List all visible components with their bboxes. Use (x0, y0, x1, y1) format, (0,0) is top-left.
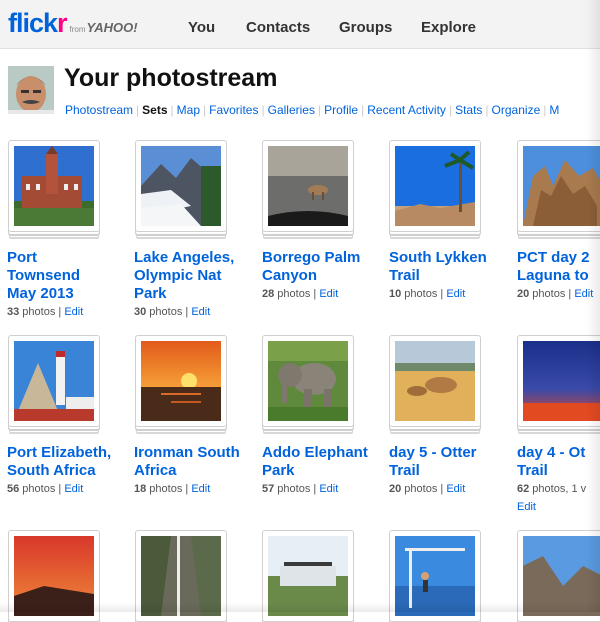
edit-link[interactable]: Edit (446, 483, 465, 495)
set-thumbnail[interactable] (8, 140, 100, 232)
set-meta-edit: Edit (517, 501, 536, 513)
set-meta: 62 photos, 1 v (517, 483, 587, 495)
set-title[interactable]: Port Elizabeth, South Africa (7, 444, 111, 480)
avatar[interactable] (8, 66, 54, 114)
yahoo-logo: YAHOO! (86, 20, 138, 35)
set-title[interactable]: Borrego Palm Canyon (262, 249, 360, 285)
nav-contacts[interactable]: Contacts (246, 19, 310, 36)
set-title[interactable]: day 4 - Ot Trail (517, 444, 585, 480)
edit-link[interactable]: Edit (319, 288, 338, 300)
set-title[interactable]: Lake Angeles, Olympic Nat Park (134, 249, 234, 303)
set-meta: 57 photos | Edit (262, 483, 339, 495)
set-meta: 20 photos | Edit (517, 288, 594, 300)
subnav-favorites[interactable]: Favorites (209, 103, 258, 117)
edit-link[interactable]: Edit (191, 306, 210, 318)
edit-link[interactable]: Edit (64, 306, 83, 318)
flickr-logo[interactable]: flick r from YAHOO! (8, 8, 138, 38)
top-nav-bar: flick r from YAHOO! You Contacts Groups E… (0, 0, 600, 49)
logo-text: flick (8, 8, 58, 38)
set-title[interactable]: day 5 - Otter Trail (389, 444, 477, 480)
set-thumbnail[interactable] (262, 140, 354, 232)
set-title[interactable]: Port Townsend May 2013 (7, 249, 80, 303)
set-thumbnail[interactable] (262, 335, 354, 427)
set-meta: 10 photos | Edit (389, 288, 466, 300)
set-thumbnail[interactable] (389, 140, 481, 232)
subnav-stats[interactable]: Stats (455, 103, 482, 117)
nav-explore[interactable]: Explore (421, 19, 476, 36)
subnav-organize[interactable]: Organize (492, 103, 541, 117)
set-meta: 20 photos | Edit (389, 483, 466, 495)
page-title: Your photostream (64, 64, 278, 92)
set-thumbnail[interactable] (135, 140, 227, 232)
edit-link[interactable]: Edit (517, 501, 536, 513)
set-title[interactable]: South Lykken Trail (389, 249, 487, 285)
set-title[interactable]: Addo Elephant Park (262, 444, 368, 480)
subnav-more[interactable]: M (549, 103, 559, 117)
set-title[interactable]: Ironman South Africa (134, 444, 240, 480)
nav-you[interactable]: You (188, 19, 215, 36)
set-thumbnail[interactable] (8, 335, 100, 427)
subnav-sets[interactable]: Sets (142, 103, 167, 117)
logo-accent: r (57, 8, 67, 38)
subnav-profile[interactable]: Profile (324, 103, 358, 117)
edit-link[interactable]: Edit (64, 483, 83, 495)
edit-link[interactable]: Edit (446, 288, 465, 300)
logo-from: from (69, 25, 86, 34)
subnav: Photostream | Sets | Map | Favorites | Galleries… (65, 103, 560, 117)
set-thumbnail[interactable] (389, 335, 481, 427)
subnav-recent-activity[interactable]: Recent Activity (367, 103, 446, 117)
subnav-map[interactable]: Map (177, 103, 200, 117)
edge-shadow (586, 0, 600, 612)
set-meta: 33 photos | Edit (7, 306, 84, 318)
set-meta: 28 photos | Edit (262, 288, 339, 300)
edit-link[interactable]: Edit (319, 483, 338, 495)
edit-link[interactable]: Edit (191, 483, 210, 495)
subnav-galleries[interactable]: Galleries (268, 103, 315, 117)
nav-groups[interactable]: Groups (339, 19, 392, 36)
subnav-photostream[interactable]: Photostream (65, 103, 133, 117)
set-meta: 30 photos | Edit (134, 306, 211, 318)
set-meta: 56 photos | Edit (7, 483, 84, 495)
set-meta: 18 photos | Edit (134, 483, 211, 495)
edge-shadow (0, 602, 600, 612)
set-thumbnail[interactable] (135, 335, 227, 427)
set-title[interactable]: PCT day 2 Laguna to (517, 249, 590, 285)
avatar-image (8, 66, 54, 114)
